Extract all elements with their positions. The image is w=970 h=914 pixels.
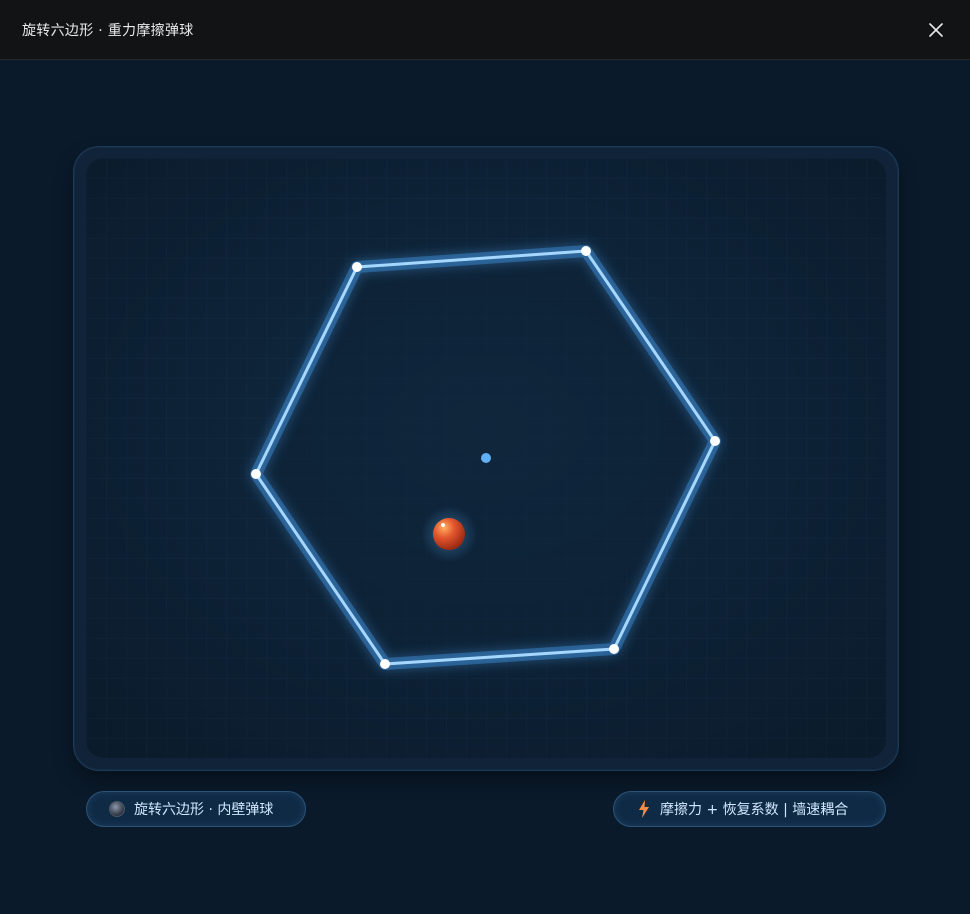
physics-badge: 摩擦力 + 恢复系数 | 墙速耦合	[613, 791, 886, 827]
simulation-svg	[86, 158, 886, 758]
simulation-canvas[interactable]	[86, 158, 886, 758]
physics-badge-label: 摩擦力 + 恢复系数 | 墙速耦合	[660, 802, 849, 818]
mode-badge-label: 旋转六边形 · 内壁弹球	[134, 802, 274, 818]
hexagon-vertex	[581, 246, 591, 256]
close-icon[interactable]	[922, 16, 950, 44]
hexagon-vertex	[380, 659, 390, 669]
ball-highlight	[441, 523, 445, 527]
mode-badge: 旋转六边形 · 内壁弹球	[86, 791, 306, 827]
lightning-icon	[639, 800, 649, 818]
hexagon-vertex	[352, 262, 362, 272]
window-title: 旋转六边形 · 重力摩擦弹球	[22, 23, 194, 39]
ball	[433, 518, 465, 550]
hexagon-vertex	[710, 436, 720, 446]
hexagon-vertex	[251, 469, 261, 479]
ball-icon	[109, 801, 125, 817]
title-bar: 旋转六边形 · 重力摩擦弹球	[0, 0, 970, 60]
rotation-center-dot	[481, 453, 491, 463]
hexagon-vertex	[609, 644, 619, 654]
